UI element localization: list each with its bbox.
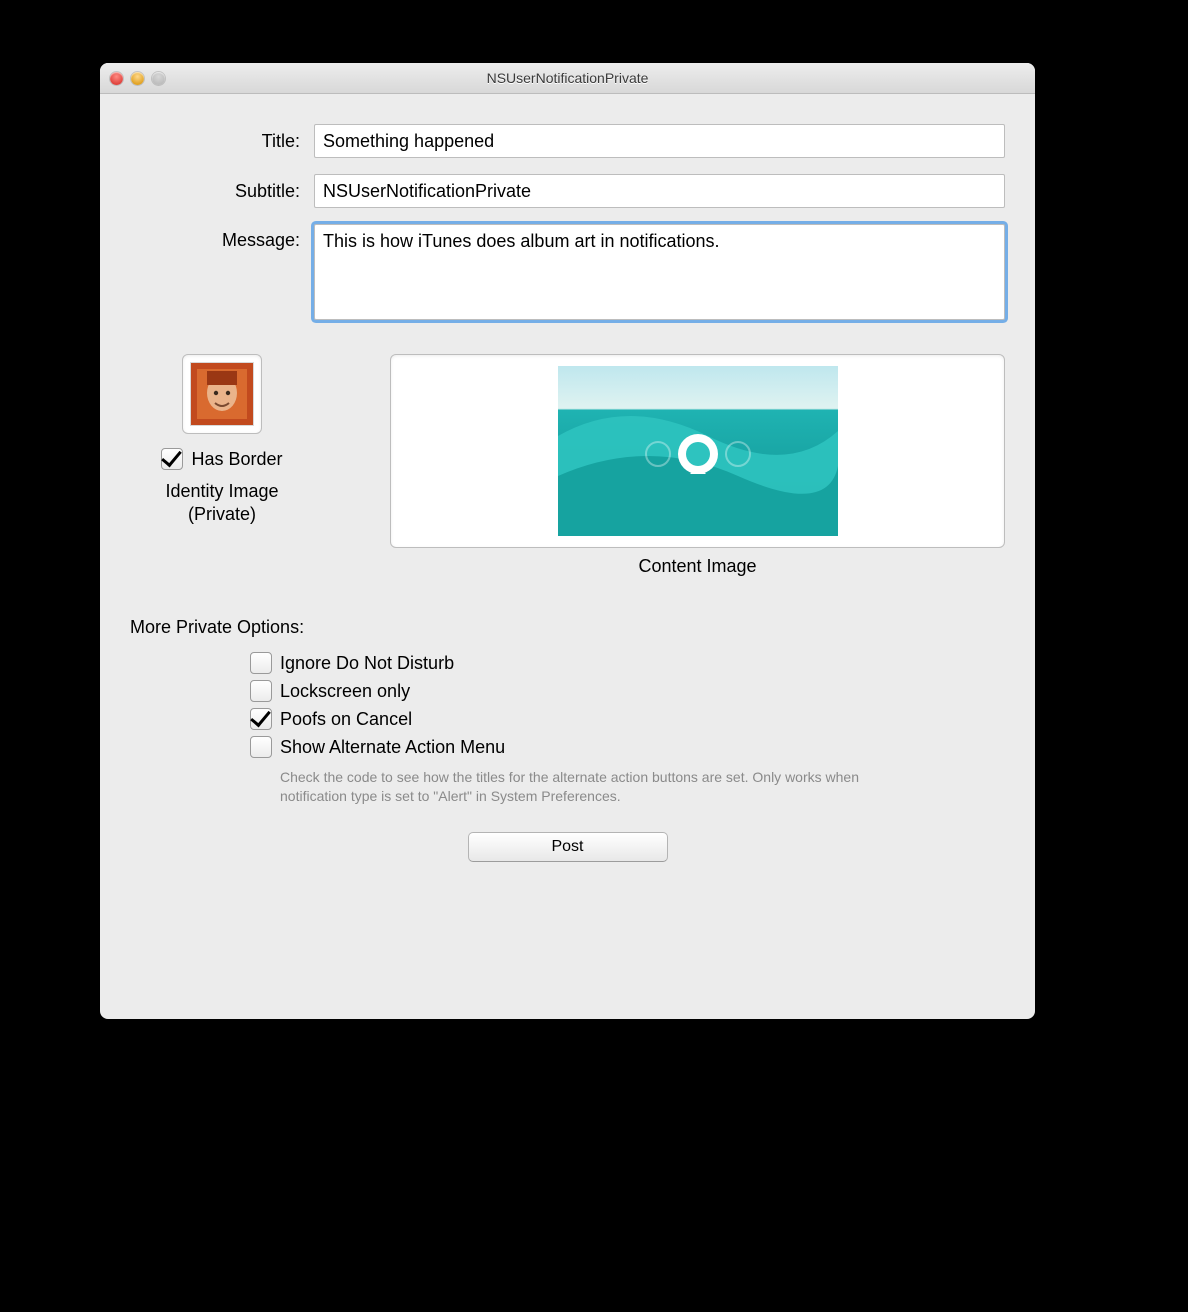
subtitle-input[interactable] (314, 174, 1005, 208)
window: NSUserNotificationPrivate Title: Subtitl… (100, 63, 1035, 1019)
content-image-caption: Content Image (390, 556, 1005, 577)
window-title: NSUserNotificationPrivate (100, 70, 1035, 86)
ignore-dnd-checkbox[interactable] (250, 652, 272, 674)
traffic-light-zoom[interactable] (152, 72, 165, 85)
alt-menu-hint: Check the code to see how the titles for… (280, 768, 920, 806)
identity-caption-line1: Identity Image (165, 480, 278, 503)
has-border-label: Has Border (191, 449, 282, 470)
identity-caption-line2: (Private) (165, 503, 278, 526)
more-private-options-header: More Private Options: (130, 617, 1005, 638)
lockscreen-only-checkbox[interactable] (250, 680, 272, 702)
message-label: Message: (222, 224, 300, 251)
lockscreen-only-label: Lockscreen only (280, 681, 410, 702)
identity-image-well[interactable] (182, 354, 262, 434)
poofs-on-cancel-label: Poofs on Cancel (280, 709, 412, 730)
post-button[interactable]: Post (468, 832, 668, 862)
show-alt-menu-label: Show Alternate Action Menu (280, 737, 505, 758)
traffic-light-minimize[interactable] (131, 72, 144, 85)
content-image-thumbnail (558, 366, 838, 536)
content-image-well[interactable] (390, 354, 1005, 548)
message-textarea[interactable] (314, 224, 1005, 320)
identity-image-thumbnail (190, 362, 254, 426)
traffic-light-close[interactable] (110, 72, 123, 85)
titlebar: NSUserNotificationPrivate (100, 63, 1035, 94)
subtitle-label: Subtitle: (235, 181, 300, 202)
has-border-checkbox[interactable] (161, 448, 183, 470)
ignore-dnd-label: Ignore Do Not Disturb (280, 653, 454, 674)
title-label: Title: (262, 131, 300, 152)
show-alt-menu-checkbox[interactable] (250, 736, 272, 758)
identity-image-caption: Identity Image (Private) (165, 480, 278, 525)
poofs-on-cancel-checkbox[interactable] (250, 708, 272, 730)
title-input[interactable] (314, 124, 1005, 158)
